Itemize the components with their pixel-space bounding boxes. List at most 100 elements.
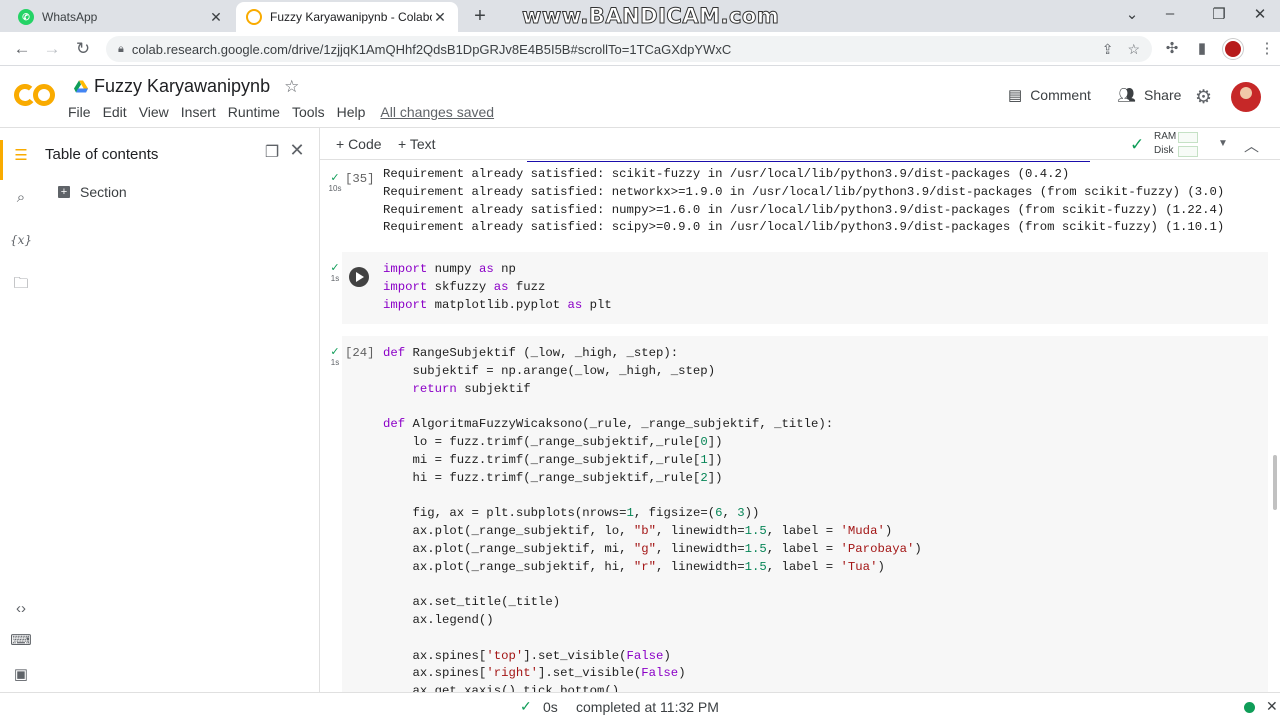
notebook-toolbar: + Code + Text ✓ RAM Disk ▼ ︿ [320, 128, 1280, 160]
table-of-contents-icon[interactable]: ☰ [10, 145, 32, 167]
success-check-icon: ✓ [520, 698, 532, 714]
code-line: import matplotlib.pyplot as plt [383, 297, 612, 312]
folder-icon[interactable]: 🗀︎ [10, 273, 32, 295]
code-line: def RangeSubjektif (_low, _high, _step): [383, 346, 679, 360]
cell-status: ✓ 1s [326, 346, 344, 368]
menu-kebab-icon[interactable]: ⋮ [1258, 40, 1276, 58]
close-icon[interactable]: ✕ [432, 9, 448, 26]
notebook-scrollbar[interactable] [1270, 160, 1280, 692]
save-status[interactable]: All changes saved [380, 104, 494, 120]
new-tab-button[interactable]: + [468, 5, 492, 29]
code-line: def AlgoritmaFuzzyWicaksono(_rule, _rang… [383, 417, 834, 432]
code-snippets-icon[interactable]: ‹› [10, 598, 32, 620]
star-icon[interactable]: ☆ [284, 77, 299, 97]
colab-icon [246, 9, 262, 25]
gear-icon[interactable]: ⚙ [1195, 86, 1212, 109]
menu-view[interactable]: View [139, 104, 169, 120]
tab-title: WhatsApp [42, 10, 98, 24]
menu-tools[interactable]: Tools [292, 104, 325, 120]
add-code-button[interactable]: + Code [336, 136, 382, 152]
active-indicator [0, 140, 3, 180]
close-icon[interactable]: ✕ [208, 9, 224, 26]
whatsapp-icon: ✆ [18, 9, 34, 25]
table-of-contents-panel: Table of contents ❐ ✕ + Section [40, 128, 320, 692]
cell-output: Requirement already satisfied: scikit-fu… [383, 166, 1224, 237]
disk-label: Disk [1154, 145, 1174, 156]
code-line: ax.legend() [383, 612, 494, 627]
status-message[interactable]: completed at 11:32 PM [576, 699, 719, 715]
menu-insert[interactable]: Insert [181, 104, 216, 120]
open-in-tab-icon[interactable]: ❐ [261, 142, 283, 162]
code-line: fig, ax = plt.subplots(nrows=1, figsize=… [383, 506, 760, 521]
terminal-icon[interactable]: ▣ [10, 664, 32, 686]
tab-colab[interactable]: Fuzzy Karyawanipynb - Colabora ✕ [236, 2, 458, 32]
forward-icon[interactable]: → [42, 39, 62, 59]
comment-button[interactable]: ▤ Comment [1008, 86, 1091, 104]
reload-icon[interactable]: ↻ [73, 39, 93, 59]
run-cell-button[interactable] [349, 267, 369, 287]
colab-logo[interactable] [14, 82, 56, 108]
extensions-icon[interactable]: ✣ [1163, 40, 1181, 58]
resource-monitor[interactable]: ✓ RAM Disk ▼ [1130, 130, 1250, 158]
notebook-title[interactable]: Fuzzy Karyawanipynb [94, 76, 270, 97]
profile-avatar[interactable] [1223, 39, 1243, 59]
code-editor[interactable]: import numpy as np import skfuzzy as fuzz… [383, 261, 612, 314]
output-line: Requirement already satisfied: scipy>=0.… [383, 220, 1225, 235]
disk-bar [1178, 146, 1198, 157]
back-icon[interactable]: ← [12, 39, 32, 59]
account-avatar[interactable] [1231, 82, 1261, 112]
code-line: import skfuzzy as fuzz [383, 279, 546, 294]
code-line: import numpy as np [383, 262, 516, 276]
execution-time: 0s [543, 699, 558, 715]
left-icon-rail: ☰ ⌕ {x} 🗀︎ ‹› ⌨ ▣ [0, 128, 40, 692]
dropdown-icon[interactable]: ▼ [1218, 138, 1228, 149]
scrollbar-thumb[interactable] [1273, 455, 1277, 510]
success-check-icon: ✓ [330, 346, 340, 358]
search-icon[interactable]: ⌕ [10, 187, 32, 209]
chevron-down-icon[interactable]: ⌄ [1122, 5, 1142, 23]
code-line: ax.plot(_range_subjektif, lo, "b", linew… [383, 523, 893, 538]
url-field[interactable]: 🔒︎ colab.research.google.com/drive/1zjjq… [106, 36, 1152, 62]
close-icon[interactable]: ✕ [286, 140, 308, 161]
comment-label: Comment [1030, 87, 1091, 103]
code-line: hi = fuzz.trimf(_range_subjektif,_rule[2… [383, 470, 723, 485]
people-icon: 👥︎ [1117, 87, 1137, 104]
expand-icon[interactable]: + [58, 186, 70, 198]
output-line: Requirement already satisfied: networkx>… [383, 184, 1225, 199]
menu-file[interactable]: File [68, 104, 91, 120]
variables-icon[interactable]: {x} [10, 229, 32, 251]
execution-count: [35] [345, 172, 375, 186]
code-editor[interactable]: def RangeSubjektif (_low, _high, _step):… [383, 345, 922, 692]
lock-icon: 🔒︎ [118, 42, 124, 55]
tab-title: Fuzzy Karyawanipynb - Colabora [270, 10, 432, 24]
add-text-button[interactable]: + Text [398, 136, 436, 152]
minimize-icon[interactable]: – [1160, 5, 1180, 22]
command-palette-icon[interactable]: ⌨ [10, 630, 32, 652]
chevron-up-icon[interactable]: ︿ [1244, 135, 1259, 156]
menu-runtime[interactable]: Runtime [228, 104, 280, 120]
notebook-area: ✓ 10s [35] Requirement already satisfied… [320, 160, 1280, 692]
bookmark-star-icon[interactable]: ☆ [1127, 41, 1140, 58]
close-window-icon[interactable]: ✕ [1250, 5, 1270, 23]
toc-item-section[interactable]: + Section [58, 184, 127, 200]
share-button[interactable]: 👥︎ Share [1117, 86, 1181, 104]
notebook-title-area: Fuzzy Karyawanipynb ☆ [74, 76, 299, 97]
close-icon[interactable]: ✕ [1266, 698, 1278, 715]
side-panel-icon[interactable]: ▮ [1193, 40, 1211, 58]
code-line: mi = fuzz.trimf(_range_subjektif,_rule[1… [383, 452, 723, 467]
share-page-icon[interactable]: ⇪ [1102, 41, 1114, 58]
toc-item-label: Section [80, 184, 127, 200]
menu-help[interactable]: Help [337, 104, 366, 120]
menu-edit[interactable]: Edit [103, 104, 127, 120]
restore-icon[interactable]: ❐ [1209, 5, 1229, 23]
ram-bar [1178, 132, 1198, 143]
output-line: Requirement already satisfied: scikit-fu… [383, 167, 1070, 181]
success-check-icon: ✓ [330, 172, 340, 184]
connected-check-icon: ✓ [1130, 135, 1145, 154]
browser-tab-strip: ✆ WhatsApp ✕ Fuzzy Karyawanipynb - Colab… [0, 0, 1280, 32]
tab-whatsapp[interactable]: ✆ WhatsApp ✕ [8, 2, 234, 32]
drive-icon [74, 80, 88, 93]
